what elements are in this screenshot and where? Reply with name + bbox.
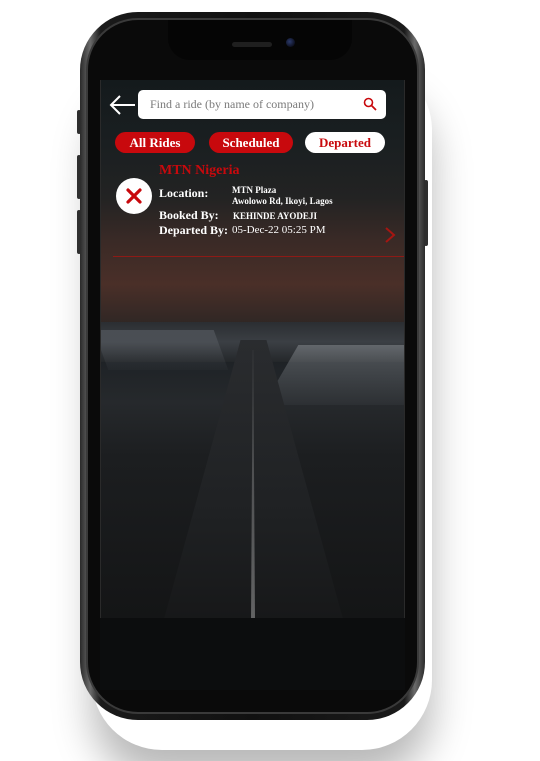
ride-company-name: MTN Nigeria <box>159 163 240 178</box>
tab-all-rides[interactable]: All Rides <box>115 132 195 153</box>
power-button <box>424 180 428 246</box>
arrow-left-icon <box>109 95 135 115</box>
volume-down-button <box>77 210 81 254</box>
location-line1: MTN Plaza <box>232 185 277 195</box>
phone-notch <box>168 20 352 60</box>
silent-switch <box>77 110 81 134</box>
tab-departed[interactable]: Departed <box>305 132 385 153</box>
departed-by-value: 05-Dec-22 05:25 PM <box>232 224 326 236</box>
phone-speaker <box>232 42 272 47</box>
search-bar <box>138 90 386 119</box>
close-icon <box>126 188 142 204</box>
back-button[interactable] <box>108 94 136 116</box>
location-label: Location: <box>159 186 209 200</box>
search-input[interactable] <box>148 96 352 113</box>
front-camera <box>286 38 295 47</box>
ride-details-button[interactable] <box>384 226 396 244</box>
screen-bottom-area <box>100 618 405 690</box>
background-snow-left <box>101 330 229 370</box>
departed-by-label: Departed By: <box>159 223 228 237</box>
mockup-stage: All Rides Scheduled Departed MTN Nigeria… <box>0 0 540 761</box>
volume-up-button <box>77 155 81 199</box>
location-line2: Awolowo Rd, Ikoyi, Lagos <box>232 196 333 206</box>
search-icon[interactable] <box>363 97 377 111</box>
app-screen: All Rides Scheduled Departed MTN Nigeria… <box>100 80 405 618</box>
booked-by-label: Booked By: <box>159 208 219 222</box>
booked-by-value: KEHINDE AYODEJI <box>233 211 317 221</box>
tab-scheduled[interactable]: Scheduled <box>209 132 293 153</box>
ride-divider <box>113 256 404 257</box>
chevron-right-icon <box>385 227 396 243</box>
cancel-ride-button[interactable] <box>116 178 152 214</box>
